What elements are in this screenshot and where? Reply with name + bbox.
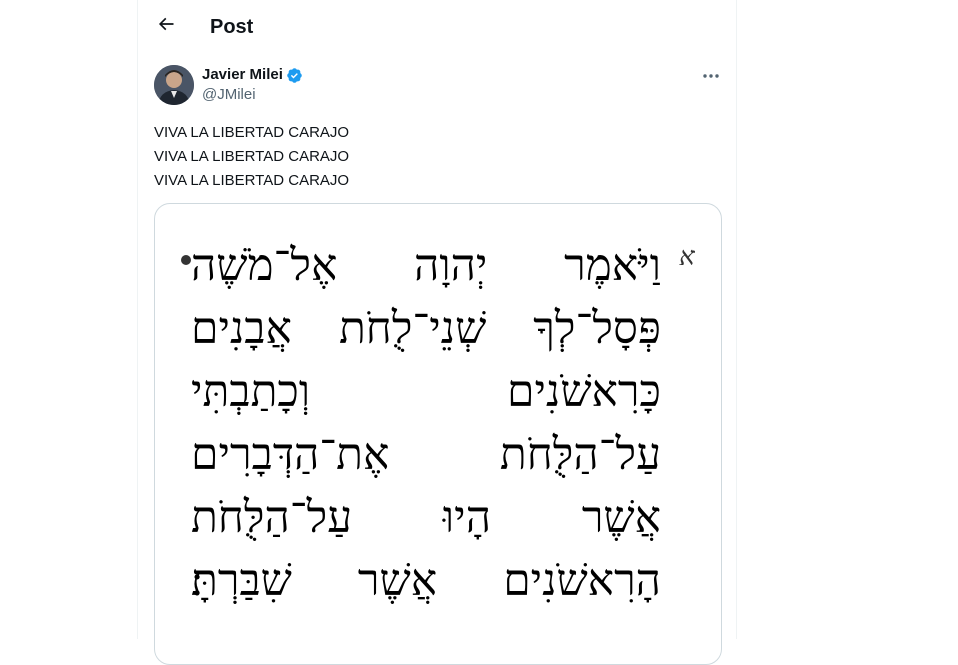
more-horizontal-icon	[702, 66, 720, 84]
hebrew-line: עַל־הַלֻּחֹת אֶת־הַדְּבָרִים	[191, 429, 661, 480]
post-text-line: VIVA LA LIBERTAD CARAJO	[154, 124, 350, 141]
post-header: Post	[138, 0, 736, 53]
back-button[interactable]	[148, 8, 184, 44]
verse-number: א	[679, 242, 695, 272]
page-title: Post	[210, 16, 254, 38]
post-text-line: VIVA LA LIBERTAD CARAJO	[154, 172, 350, 189]
author-name[interactable]: Javier Milei	[202, 66, 283, 84]
avatar[interactable]	[154, 65, 194, 105]
hebrew-text: וַיֹּאמֶר יְהוָה אֶל־מֹשֶׁה פְּסָל־לְךָ …	[191, 234, 661, 612]
post-text-line: VIVA LA LIBERTAD CARAJO	[154, 148, 350, 165]
author-handle[interactable]: @JMilei	[202, 86, 256, 104]
more-options-button[interactable]	[696, 63, 726, 87]
post-image[interactable]: א וַיֹּאמֶר יְהוָה אֶל־מֹשֶׁה פְּסָל־לְך…	[154, 203, 722, 665]
hebrew-line: כָּרִאשֹׁנִים וְכָתַבְתִּי	[191, 366, 661, 417]
arrow-left-icon	[156, 14, 176, 39]
main-column: Post Javier Milei @JMilei VIVA LA LIBERT…	[137, 0, 737, 665]
hebrew-line: וַיֹּאמֶר יְהוָה אֶל־מֹשֶׁה	[191, 240, 661, 291]
post-text: VIVA LA LIBERTAD CARAJO VIVA LA LIBERTAD…	[154, 121, 714, 193]
verified-badge-icon	[286, 67, 303, 84]
hebrew-line: הָרִאשֹׁנִים אֲשֶׁר שִׁבַּרְתָּ׃	[191, 555, 661, 606]
hebrew-line: פְּסָל־לְךָ שְׁנֵי־לֻחֹת אֲבָנִים	[191, 303, 661, 354]
hebrew-line: אֲשֶׁר הָיוּ עַל־הַלֻּחֹת	[191, 492, 661, 543]
bullet-dot	[181, 255, 191, 265]
